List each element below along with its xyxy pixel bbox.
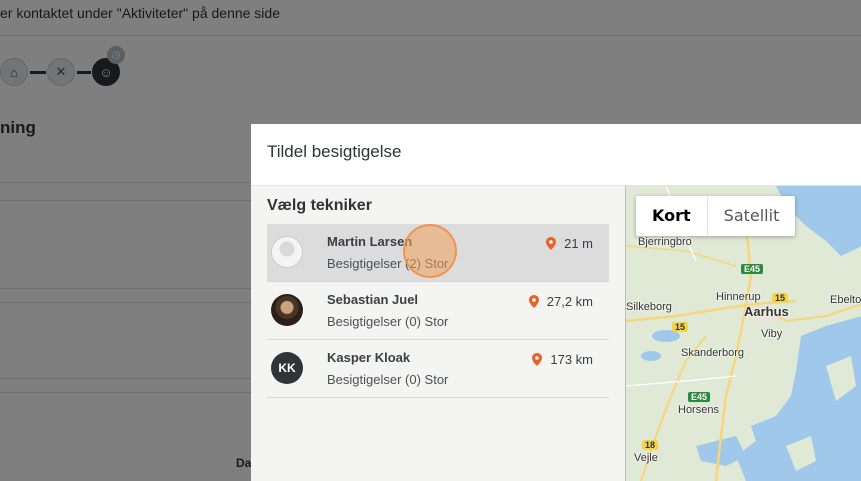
avatar [271, 236, 303, 268]
technician-name: Martin Larsen [327, 234, 413, 249]
location-pin-icon [546, 237, 557, 250]
distance-value: 27,2 km [546, 294, 593, 309]
map-label: Skanderborg [681, 347, 744, 359]
road-shield: 18 [642, 440, 659, 450]
map-type-toggle: Kort Satellit [636, 196, 796, 236]
avatar: KK [271, 352, 303, 384]
location-pin-icon [528, 295, 539, 308]
tab-satellite[interactable]: Satellit [708, 196, 796, 236]
map-view[interactable]: Kort Satellit Bjerringbro Hinnerup Aarhu… [625, 186, 861, 481]
road-shield: 15 [772, 293, 789, 303]
modal-body: Vælg tekniker Martin Larsen Besigtigelse… [251, 186, 861, 481]
technician-panel: Vælg tekniker Martin Larsen Besigtigelse… [251, 186, 625, 481]
technician-row[interactable]: KK Kasper Kloak Besigtigelser (0) Stor 1… [267, 340, 609, 398]
map-label: Horsens [678, 404, 719, 416]
technician-name: Kasper Kloak [327, 350, 411, 365]
map-label: Silkeborg [626, 301, 672, 313]
section-title: Vælg tekniker [267, 197, 372, 214]
road-shield: 15 [672, 322, 689, 332]
avatar [271, 294, 303, 326]
modal-header: Tildel besigtigelse [251, 124, 861, 186]
technician-distance: 27,2 km [528, 294, 593, 309]
road-shield: E45 [741, 264, 764, 274]
modal-title: Tildel besigtigelse [267, 142, 402, 161]
map-label: Vejle [634, 452, 658, 464]
technician-name: Sebastian Juel [327, 292, 419, 307]
tab-map[interactable]: Kort [636, 196, 708, 236]
map-label: Ebelto [830, 294, 861, 306]
technician-inspections: Besigtigelser (0) Stor [327, 372, 449, 387]
distance-value: 173 km [550, 352, 593, 367]
location-pin-icon [532, 353, 543, 366]
technician-inspections: Besigtigelser (0) Stor [327, 314, 449, 329]
assign-inspection-modal: Tildel besigtigelse Vælg tekniker Martin… [251, 124, 861, 481]
technician-list: Martin Larsen Besigtigelser (2) Stor 21 … [267, 224, 609, 398]
technician-distance: 173 km [532, 352, 593, 367]
road-shield: E45 [688, 392, 711, 402]
technician-distance: 21 m [546, 236, 593, 251]
map-label: Bjerringbro [638, 236, 692, 248]
distance-value: 21 m [564, 236, 593, 251]
map-label: Hinnerup [716, 291, 761, 303]
technician-row[interactable]: Martin Larsen Besigtigelser (2) Stor 21 … [267, 224, 609, 282]
technician-inspections: Besigtigelser (2) Stor [327, 256, 449, 271]
map-label: Aarhus [744, 304, 789, 319]
technician-row[interactable]: Sebastian Juel Besigtigelser (0) Stor 27… [267, 282, 609, 340]
map-label: Viby [761, 328, 783, 340]
